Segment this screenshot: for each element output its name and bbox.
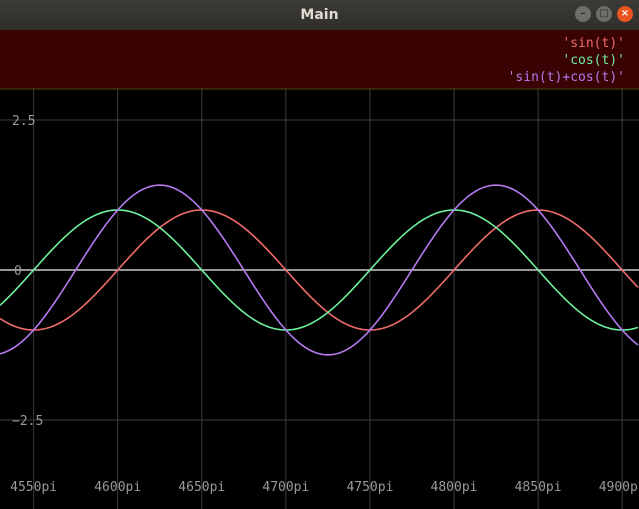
plot-area[interactable]: 'sin(t)' 'cos(t)' 'sin(t)+cos(t)' 2.5 0 −2.5… <box>0 30 639 509</box>
x-tick-label: 4700pi <box>262 480 309 495</box>
legend: 'sin(t)' 'cos(t)' 'sin(t)+cos(t)' <box>0 30 639 90</box>
x-tick-label: 4800pi <box>431 480 478 495</box>
x-tick-label: 4550pi <box>10 480 57 495</box>
x-tick-label: 4650pi <box>178 480 225 495</box>
legend-entry: 'cos(t)' <box>562 53 625 68</box>
x-tick-label: 4750pi <box>346 480 393 495</box>
title-bar[interactable]: Main – □ × <box>0 0 639 30</box>
y-tick-label: 0 <box>14 264 22 279</box>
app-window: Main – □ × 'sin(t)' 'cos(t)' 'sin(t)+cos(t… <box>0 0 639 509</box>
x-tick-label: 4850pi <box>515 480 562 495</box>
close-button[interactable]: × <box>617 6 633 22</box>
y-tick-label: 2.5 <box>12 114 35 129</box>
x-tick-label: 4900pi <box>599 480 639 495</box>
window-title: Main <box>300 7 339 23</box>
legend-entry: 'sin(t)+cos(t)' <box>508 70 625 85</box>
maximize-button[interactable]: □ <box>596 6 612 22</box>
minimize-button[interactable]: – <box>575 6 591 22</box>
x-tick-label: 4600pi <box>94 480 141 495</box>
legend-entry: 'sin(t)' <box>562 36 625 51</box>
y-tick-label: −2.5 <box>12 414 43 429</box>
